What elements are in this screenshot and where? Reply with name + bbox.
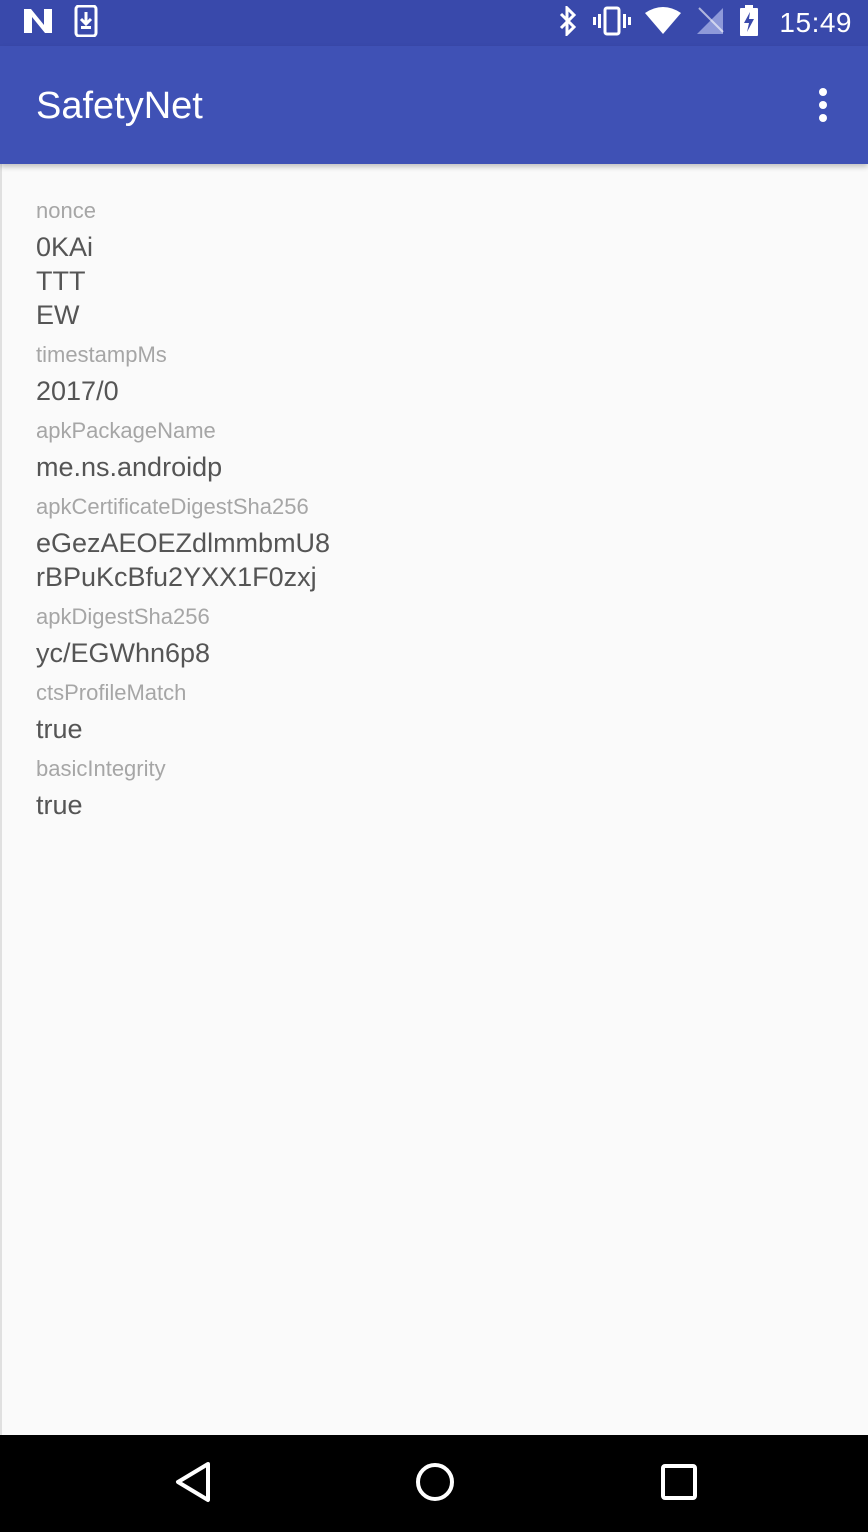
app-title: SafetyNet — [36, 85, 203, 127]
app-bar: SafetyNet — [0, 46, 868, 164]
field-label-basic-integrity: basicIntegrity — [36, 756, 166, 781]
field-label-cts-profile-match: ctsProfileMatch — [36, 680, 187, 705]
field-label-nonce: nonce — [36, 198, 96, 223]
recents-button[interactable] — [654, 1459, 704, 1509]
field-value-timestamp: 2017/0 — [36, 376, 119, 406]
home-button[interactable] — [410, 1459, 460, 1509]
screen: 15:49 SafetyNet nonce 0KAi TTT EW timest… — [0, 0, 868, 1532]
screen-edge — [0, 0, 2, 1532]
attestation-result: nonce 0KAi TTT EW timestampMs 2017/0 apk… — [36, 196, 836, 830]
bluetooth-icon — [557, 3, 579, 41]
field-label-apk-certificate-digest: apkCertificateDigestSha256 — [36, 494, 309, 519]
status-left-icons — [22, 4, 98, 42]
wifi-icon — [645, 6, 682, 40]
back-button[interactable] — [168, 1459, 218, 1509]
battery-charging-icon — [739, 4, 759, 42]
status-time: 15:49 — [779, 7, 852, 38]
status-bar: 15:49 — [0, 0, 868, 46]
field-value-nonce: 0KAi TTT EW — [36, 232, 94, 330]
field-label-apk-digest: apkDigestSha256 — [36, 604, 210, 629]
more-vert-icon — [819, 88, 827, 122]
vibrate-icon — [593, 6, 632, 41]
status-right-icons: 15:49 — [557, 0, 852, 46]
field-value-apk-digest: yc/EGWhn6p8 — [36, 638, 211, 668]
recents-icon — [660, 1463, 698, 1506]
field-value-cts-profile-match: true — [36, 714, 83, 744]
field-label-timestamp: timestampMs — [36, 342, 167, 367]
notification-n-icon — [22, 7, 54, 40]
field-value-apk-package-name: me.ns.androidp — [36, 452, 223, 482]
field-value-basic-integrity: true — [36, 790, 83, 820]
field-value-apk-certificate-digest: eGezAEOEZdlmmbmU8 rBPuKcBfu2YXX1F0zxj — [36, 528, 331, 592]
navigation-bar — [0, 1435, 868, 1532]
download-icon — [74, 4, 98, 42]
field-label-apk-package-name: apkPackageName — [36, 418, 216, 443]
back-icon — [173, 1461, 213, 1508]
no-sim-icon — [695, 6, 725, 41]
more-options-button[interactable] — [800, 82, 846, 128]
home-icon — [414, 1461, 456, 1508]
